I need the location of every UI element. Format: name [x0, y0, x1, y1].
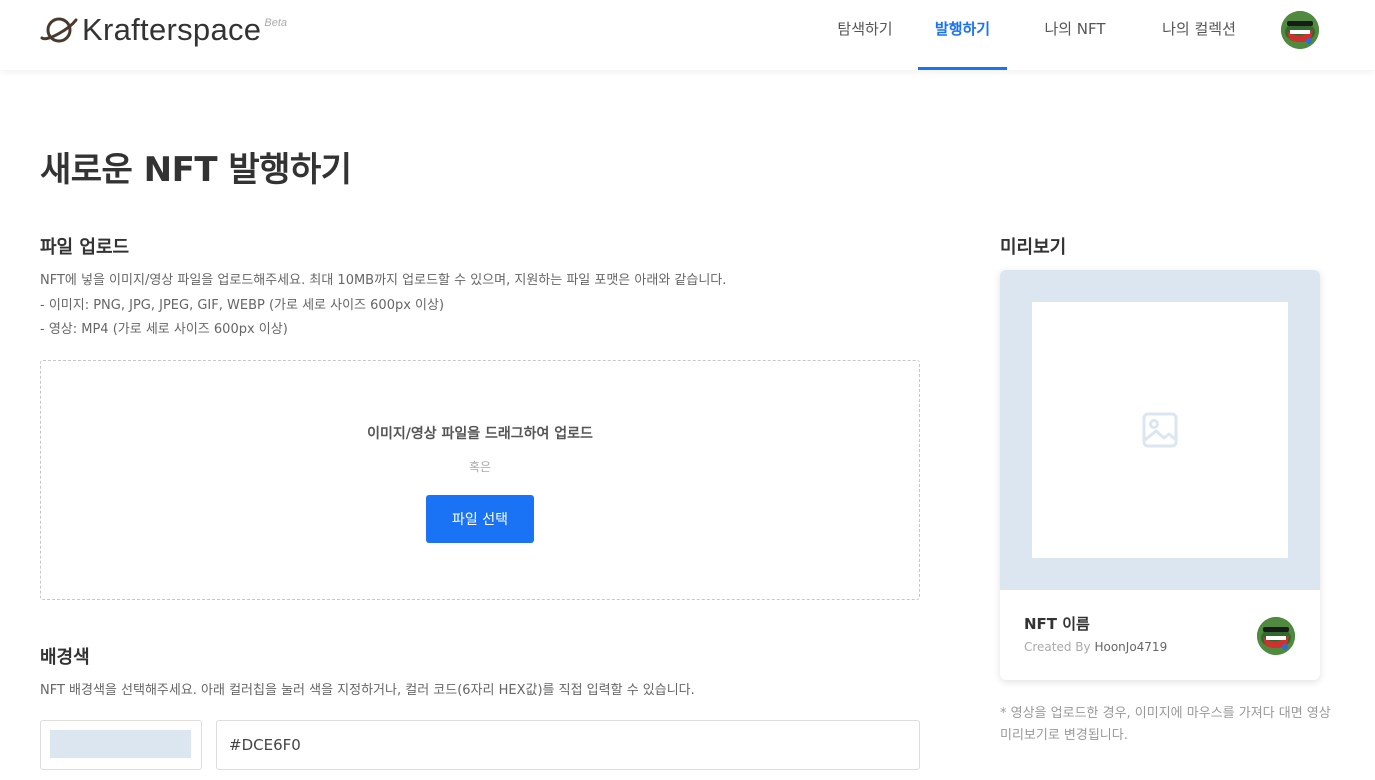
- preview-image-area[interactable]: [1032, 302, 1288, 558]
- nft-preview-card: NFT 이름 Created By HoonJo4719: [1000, 270, 1320, 680]
- background-description: NFT 배경색을 선택해주세요. 아래 컬러칩을 눌러 색을 지정하거나, 컬러…: [40, 683, 695, 698]
- background-section-title: 배경색: [40, 647, 90, 668]
- hex-color-input[interactable]: [216, 720, 920, 770]
- beta-badge: Beta: [264, 17, 287, 29]
- page-title: 새로운 NFT 발행하기: [40, 150, 352, 190]
- color-chip-picker[interactable]: [40, 720, 202, 770]
- upload-desc-line: - 영상: MP4 (가로 세로 사이즈 600px 이상): [40, 322, 288, 337]
- upload-description: NFT에 넣을 이미지/영상 파일을 업로드해주세요. 최대 10MB까지 업로…: [40, 269, 726, 343]
- preview-background: [1000, 270, 1320, 590]
- upload-desc-line: NFT에 넣을 이미지/영상 파일을 업로드해주세요. 최대 10MB까지 업로…: [40, 273, 727, 288]
- avatar-image-icon: [1281, 11, 1319, 49]
- logo-text: Krafterspace: [82, 12, 262, 47]
- nav-explore[interactable]: 탐색하기: [820, 0, 910, 70]
- dropzone-text: 이미지/영상 파일을 드래그하여 업로드: [367, 426, 593, 442]
- nav-my-collection[interactable]: 나의 컬렉션: [1147, 0, 1251, 70]
- preview-created-by: Created By HoonJo4719: [1024, 640, 1167, 654]
- top-header: Krafterspace Beta 탐색하기 발행하기 나의 NFT 나의 컬렉…: [0, 0, 1375, 70]
- planet-logo-icon: [40, 17, 78, 43]
- avatar-image-icon: [1257, 617, 1295, 655]
- color-chip: [50, 730, 191, 758]
- creator-name: HoonJo4719: [1094, 640, 1168, 654]
- file-dropzone[interactable]: 이미지/영상 파일을 드래그하여 업로드 혹은 파일 선택: [40, 360, 920, 600]
- nav-mint[interactable]: 발행하기: [918, 0, 1007, 70]
- user-avatar[interactable]: [1281, 11, 1319, 49]
- preview-note: * 영상을 업로드한 경우, 이미지에 마우스를 가져다 대면 영상 미리보기로…: [1000, 706, 1331, 743]
- logo[interactable]: Krafterspace Beta: [40, 12, 287, 48]
- select-file-button[interactable]: 파일 선택: [426, 495, 534, 543]
- preview-nft-name: NFT 이름: [1024, 615, 1090, 633]
- upload-section-title: 파일 업로드: [40, 237, 130, 258]
- nav-my-nft[interactable]: 나의 NFT: [1029, 0, 1121, 70]
- dropzone-or-text: 혹은: [468, 460, 492, 474]
- preview-section-title: 미리보기: [1000, 237, 1067, 258]
- image-placeholder-icon: [1142, 412, 1178, 448]
- upload-desc-line: - 이미지: PNG, JPG, JPEG, GIF, WEBP (가로 세로 …: [40, 297, 445, 313]
- creator-avatar: [1257, 617, 1295, 655]
- created-by-label: Created By: [1024, 640, 1091, 654]
